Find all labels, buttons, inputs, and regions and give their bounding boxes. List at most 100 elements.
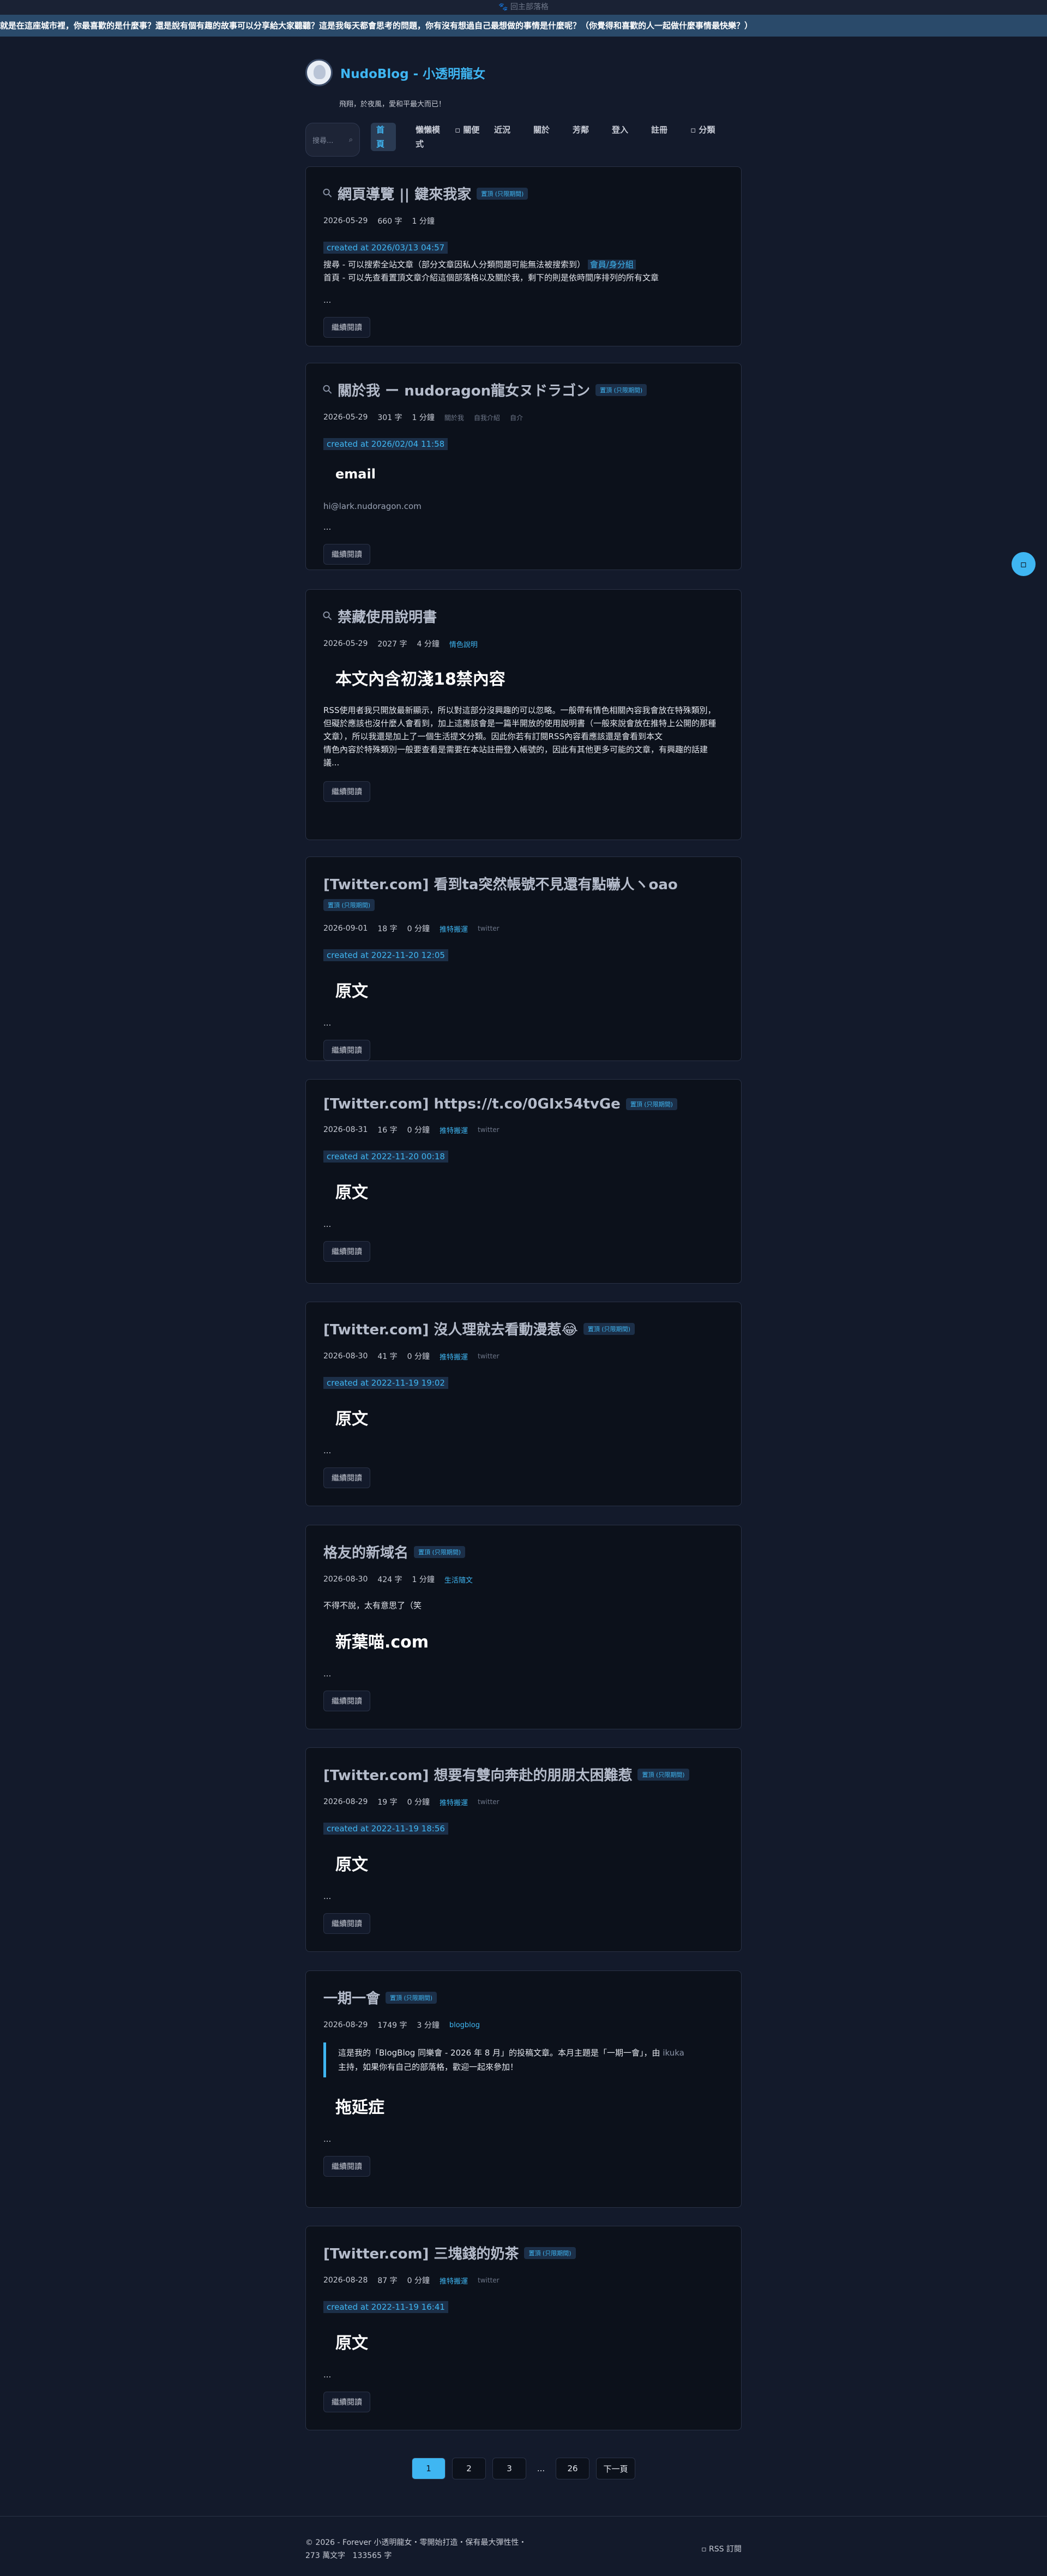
read-more-button[interactable]: 繼續閱讀 xyxy=(323,781,370,802)
post-card: [Twitter.com] 沒人理就去看動漫惹😂 置頂 (只限期間) 2026-0… xyxy=(305,1302,742,1506)
read-more-button[interactable]: 繼續閱讀 xyxy=(323,2156,370,2177)
post-meta: 2026-09-01 18 字0 分鐘 推特搬運 twitter xyxy=(323,924,500,934)
post-title[interactable]: ⚲ 關於我 ー nudoragon龍女ヌドラゴン 置頂 (只限期間) xyxy=(320,380,724,400)
top-banner[interactable]: 🐾 回主部落格 xyxy=(0,0,1047,15)
read-more-button[interactable]: 繼續閱讀 xyxy=(323,544,370,565)
post-title[interactable]: [Twitter.com] 想要有雙向奔赴的朋朋太困難惹 置頂 (只限期間) xyxy=(323,1764,724,1784)
post-meta: 2026-08-29 19 字0 分鐘 推特搬運 twitter xyxy=(323,1798,500,1807)
nav-neighbors[interactable]: 芳鄰 xyxy=(567,123,606,137)
pin-icon: ⚲ xyxy=(320,381,336,398)
read-more-button[interactable]: 繼續閱讀 xyxy=(323,317,370,338)
created-date: created at 2022-11-20 00:18 xyxy=(323,1151,448,1163)
nav-convenience[interactable]: ▫ 關便 xyxy=(449,123,489,137)
post-card: ⚲ 網頁導覽 || 鍵來我家 置頂 (只限期間) 2026-05-29 660 字 1 … xyxy=(305,166,742,346)
word-count: 660 字 xyxy=(377,217,402,226)
nav-home[interactable]: 首頁 xyxy=(371,123,396,151)
post-heading: 原文 xyxy=(335,1410,368,1429)
created-date: created at 2022-11-19 19:02 xyxy=(323,1377,448,1389)
post-title[interactable]: [Twitter.com] 三塊錢的奶茶 置頂 (只限期間) xyxy=(323,2243,724,2263)
nav-login[interactable]: 登入 xyxy=(606,123,646,137)
rss-link[interactable]: ▫ RSS 訂閱 xyxy=(701,2543,742,2556)
created-date: created at 2022-11-20 12:05 xyxy=(323,949,448,961)
nav-lazy-mode[interactable]: 懶懶模式 xyxy=(410,123,449,151)
search-icon: ⌕ xyxy=(348,135,353,144)
post-card: [Twitter.com] 三塊錢的奶茶 置頂 (只限期間) 2026-08-28… xyxy=(305,2226,742,2430)
post-heading: 原文 xyxy=(335,2334,368,2353)
read-more-button[interactable]: 繼續閱讀 xyxy=(323,1913,370,1934)
post-meta: 2026-08-30 424 字1 分鐘 生活隨文 xyxy=(323,1575,473,1585)
post-card: [Twitter.com] 想要有雙向奔赴的朋朋太困難惹 置頂 (只限期間) 20… xyxy=(305,1747,742,1952)
post-card: 一期一會 置頂 (只限期間) 2026-08-29 1749 字3 分鐘 blogbl… xyxy=(305,1970,742,2208)
post-meta: 2026-08-28 87 字0 分鐘 推特搬運 twitter xyxy=(323,2276,500,2286)
read-more-button[interactable]: 繼續閱讀 xyxy=(323,1241,370,1262)
brand[interactable]: NudoBlog - 小透明龍女 xyxy=(305,59,742,86)
nav-register[interactable]: 註冊 xyxy=(646,123,685,137)
pagination: 1 2 3 ... 26 下一頁 xyxy=(0,2458,1047,2479)
rss-icon: ▫ xyxy=(701,2545,707,2554)
page-3-button[interactable]: 3 xyxy=(492,2458,526,2479)
site-tagline: 飛翔，於夜風，愛和平最大而已！ xyxy=(339,100,446,109)
read-more-button[interactable]: 繼續閱讀 xyxy=(323,1691,370,1711)
post-excerpt: RSS使用者我只開放最新顯示，所以對這部分沒興趣的可以忽略。一般帶有情色相關內容… xyxy=(323,705,717,768)
post-card: [Twitter.com] https://t.co/0GIx54tvGe 置頂 … xyxy=(305,1079,742,1284)
main-nav: 搜尋... ⌕ 首頁 懶懶模式 ▫ 關便 近況 關於 芳鄰 登入 註冊 ▫ 分類 xyxy=(305,123,742,157)
read-time: 1 分鐘 xyxy=(412,217,435,226)
read-more-button[interactable]: 繼續閱讀 xyxy=(323,2392,370,2412)
nav-status[interactable]: 近況 xyxy=(489,123,528,137)
read-more-button[interactable]: 繼續閱讀 xyxy=(323,1467,370,1488)
post-heading: 本文內含初淺18禁內容 xyxy=(335,670,506,689)
read-more-button[interactable]: 繼續閱讀 xyxy=(323,1040,370,1061)
avatar xyxy=(305,59,333,86)
next-page-button[interactable]: 下一頁 xyxy=(596,2458,635,2479)
post-card: ⚲ 關於我 ー nudoragon龍女ヌドラゴン 置頂 (只限期間) 2026-05… xyxy=(305,363,742,570)
announcement-marquee: 就是在這座城市裡，你最喜歡的是什麼事？還是說有個有趣的故事可以分享給大家聽聽？這… xyxy=(0,15,1047,37)
nav-categories[interactable]: ▫ 分類 xyxy=(685,123,724,137)
floating-action-button[interactable]: ▫ xyxy=(1012,552,1036,576)
nav-about[interactable]: 關於 xyxy=(528,123,567,137)
post-heading: email xyxy=(335,466,376,482)
post-meta: 2026-08-31 16 字0 分鐘 推特搬運 twitter xyxy=(323,1125,500,1135)
post-heading: 原文 xyxy=(335,1855,368,1874)
pinned-badge: 置頂 (只限期間) xyxy=(477,187,528,200)
post-subtext: hi@lark.nudoragon.com xyxy=(323,501,422,511)
post-meta: 2026-05-29 301 字1 分鐘 關於我 自我介紹 自介 xyxy=(323,413,523,422)
post-card: [Twitter.com] 看到ta突然帳號不見還有點嚇人ヽoao 置頂 (只限期… xyxy=(305,856,742,1061)
post-title[interactable]: 一期一會 置頂 (只限期間) xyxy=(323,1987,724,2008)
post-heading: 原文 xyxy=(335,982,368,1001)
chat-icon: ▫ xyxy=(1020,558,1027,570)
created-date: created at 2026/03/13 04:57 xyxy=(323,242,448,254)
post-meta: 2026-08-29 1749 字3 分鐘 blogblog xyxy=(323,2021,480,2030)
site-footer: © 2026 - Forever 小透明龍女・零開始打造・保有最大彈性性・ 27… xyxy=(0,2516,1047,2576)
post-meta: 2026-05-29 2027 字4 分鐘 情色說明 xyxy=(323,639,478,649)
post-meta: 2026-05-29 660 字 1 分鐘 xyxy=(323,215,724,226)
created-date: created at 2022-11-19 18:56 xyxy=(323,1823,448,1835)
post-title[interactable]: [Twitter.com] 看到ta突然帳號不見還有點嚇人ヽoao 置頂 (只限期… xyxy=(323,873,724,911)
created-date: created at 2026/02/04 11:58 xyxy=(323,438,448,450)
post-quote: 這是我的「BlogBlog 同樂會 - 2026 年 8 月」的投稿文章。本月主… xyxy=(323,2042,724,2077)
page-ellipsis: ... xyxy=(537,2464,545,2473)
post-title[interactable]: ⚲ 網頁導覽 || 鍵來我家 置頂 (只限期間) xyxy=(320,183,724,203)
site-stats: 273 萬文字 133565 字 xyxy=(305,2551,392,2560)
post-title[interactable]: 格友的新域名 置頂 (只限期間) xyxy=(323,1542,724,1562)
post-title[interactable]: [Twitter.com] https://t.co/0GIx54tvGe 置頂 … xyxy=(323,1096,724,1112)
post-heading: 新葉喵.com xyxy=(335,1633,429,1652)
post-title[interactable]: [Twitter.com] 沒人理就去看動漫惹😂 置頂 (只限期間) xyxy=(323,1319,724,1339)
post-excerpt: 不得不說，太有意思了（笑 xyxy=(323,1601,422,1610)
page-last-button[interactable]: 26 xyxy=(556,2458,589,2479)
page-1-button[interactable]: 1 xyxy=(412,2458,446,2479)
copyright: © 2026 - Forever 小透明龍女・零開始打造・保有最大彈性性・ xyxy=(305,2538,527,2547)
post-heading: 原文 xyxy=(335,1183,368,1202)
search-input[interactable]: 搜尋... ⌕ xyxy=(305,123,360,157)
site-header: NudoBlog - 小透明龍女 飛翔，於夜風，愛和平最大而已！ 搜尋... ⌕ … xyxy=(305,59,742,157)
pin-icon: ⚲ xyxy=(320,608,336,625)
back-link[interactable]: 🐾 回主部落格 xyxy=(498,3,549,11)
post-card: 格友的新域名 置頂 (只限期間) 2026-08-30 424 字1 分鐘 生活隨文 … xyxy=(305,1525,742,1729)
page-2-button[interactable]: 2 xyxy=(452,2458,486,2479)
pinned-badge: 置頂 (只限期間) xyxy=(595,384,647,396)
post-title[interactable]: ⚲ 禁藏使用說明書 xyxy=(320,606,724,626)
pin-icon: ⚲ xyxy=(320,185,336,202)
site-title[interactable]: NudoBlog - 小透明龍女 xyxy=(340,63,485,82)
post-excerpt: 搜尋 - 可以搜索全站文章（部分文章因私人分類問題可能無法被搜索到） 會員/身分… xyxy=(323,260,659,283)
post-heading: 拖延症 xyxy=(335,2098,384,2117)
post-card: ⚲ 禁藏使用說明書 2026-05-29 2027 字4 分鐘 情色說明 本文內含初淺… xyxy=(305,589,742,840)
